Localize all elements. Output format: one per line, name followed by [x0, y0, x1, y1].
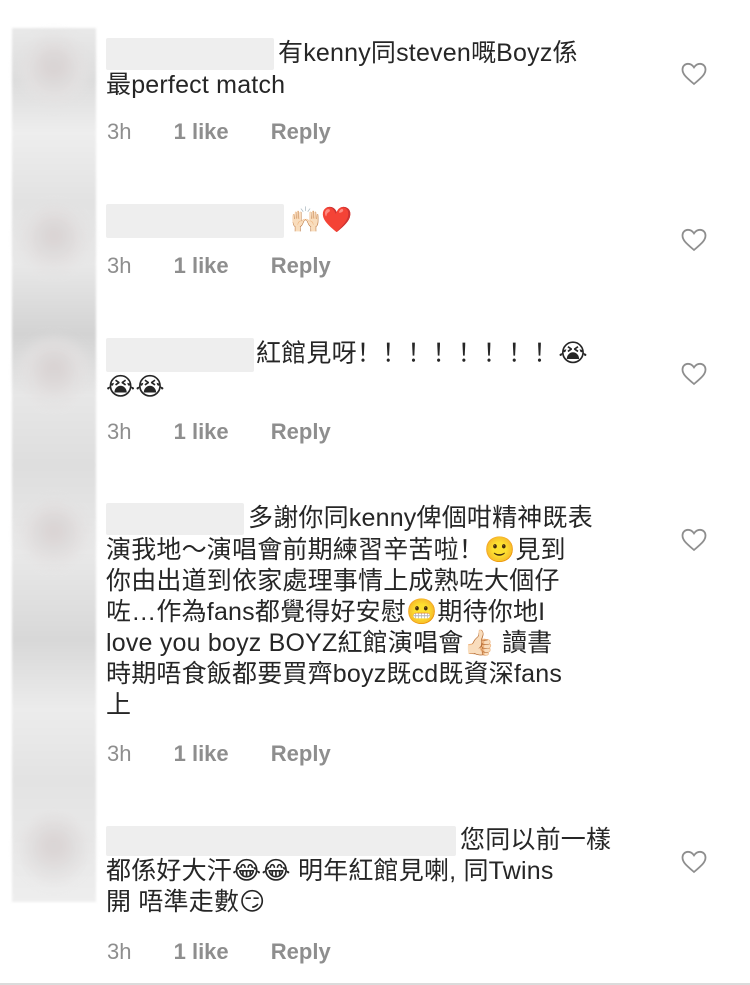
- like-count[interactable]: 1 like: [174, 119, 229, 144]
- avatar[interactable]: [20, 36, 88, 104]
- timestamp: 3h: [107, 741, 132, 766]
- comment-line: 多謝你同kenny俾個咁精神既表: [106, 503, 646, 536]
- comment-meta: 3h 1 like Reply: [107, 253, 331, 279]
- avatar[interactable]: [20, 500, 88, 568]
- reply-button[interactable]: Reply: [271, 939, 331, 964]
- heart-outline-icon[interactable]: [681, 62, 707, 86]
- avatar[interactable]: [20, 338, 88, 406]
- comment-text: 您同以前一樣 都係好大汗😂😂 明年紅館見喇, 同Twins 開 唔準走數😏: [106, 825, 646, 918]
- like-count[interactable]: 1 like: [174, 741, 229, 766]
- comment-line: love you boyz BOYZ紅館演唱會👍🏻 讀書: [106, 629, 553, 658]
- comment-text: 紅館見呀！！！！！！！！😭 😭😭: [106, 338, 646, 403]
- heart-outline-icon[interactable]: [681, 528, 707, 552]
- comment-line: 開 唔準走數😏: [106, 888, 266, 917]
- comment-text: 多謝你同kenny俾個咁精神既表 演我地～演唱會前期練習辛苦啦！🙂見到 你由出道…: [106, 503, 646, 721]
- avatar-column-blurred: [12, 28, 96, 902]
- comment-line: 咗…作為fans都覺得好安慰😬期待你地I: [106, 598, 546, 627]
- comment-text: 有kenny同steven嘅Boyz係 最perfect match: [106, 38, 646, 101]
- comment-line: 您同以前一樣: [106, 825, 646, 857]
- comment-line: 紅館見呀！！！！！！！！😭: [106, 338, 646, 372]
- like-count[interactable]: 1 like: [174, 253, 229, 278]
- comment-line: 你由出道到依家處理事情上成熟咗大個仔: [106, 567, 560, 596]
- username-redacted[interactable]: [106, 826, 456, 857]
- comment-line: 時期唔食飯都要買齊boyz既cd既資深fans: [106, 660, 563, 689]
- comment-line: 😭😭: [106, 373, 165, 401]
- comment-line: 都係好大汗😂😂 明年紅館見喇, 同Twins: [106, 857, 554, 886]
- heart-outline-icon[interactable]: [681, 850, 707, 874]
- comment-meta: 3h 1 like Reply: [107, 741, 331, 767]
- comment-meta: 3h 1 like Reply: [107, 939, 331, 965]
- heart-outline-icon[interactable]: [681, 228, 707, 252]
- comment-line: 有kenny同steven嘅Boyz係: [106, 38, 646, 71]
- username-redacted[interactable]: [106, 38, 274, 71]
- timestamp: 3h: [107, 119, 132, 144]
- reply-button[interactable]: Reply: [271, 119, 331, 144]
- username-redacted[interactable]: [106, 503, 244, 536]
- like-count[interactable]: 1 like: [174, 419, 229, 444]
- like-count[interactable]: 1 like: [174, 939, 229, 964]
- username-redacted[interactable]: [106, 204, 284, 239]
- comment-text: 🙌🏻❤️: [106, 204, 646, 239]
- timestamp: 3h: [107, 939, 132, 964]
- comment-line: 🙌🏻❤️: [106, 204, 646, 239]
- comment-line: 演我地～演唱會前期練習辛苦啦！🙂見到: [106, 536, 566, 565]
- reply-button[interactable]: Reply: [271, 253, 331, 278]
- timestamp: 3h: [107, 419, 132, 444]
- comment-meta: 3h 1 like Reply: [107, 119, 331, 145]
- username-redacted[interactable]: [106, 338, 254, 372]
- comment-meta: 3h 1 like Reply: [107, 419, 331, 445]
- avatar[interactable]: [20, 815, 88, 883]
- reply-button[interactable]: Reply: [271, 741, 331, 766]
- avatar[interactable]: [20, 205, 88, 273]
- comment-line: 最perfect match: [106, 71, 286, 100]
- reply-button[interactable]: Reply: [271, 419, 331, 444]
- comment-line: 上: [106, 691, 132, 720]
- heart-outline-icon[interactable]: [681, 362, 707, 386]
- timestamp: 3h: [107, 253, 132, 278]
